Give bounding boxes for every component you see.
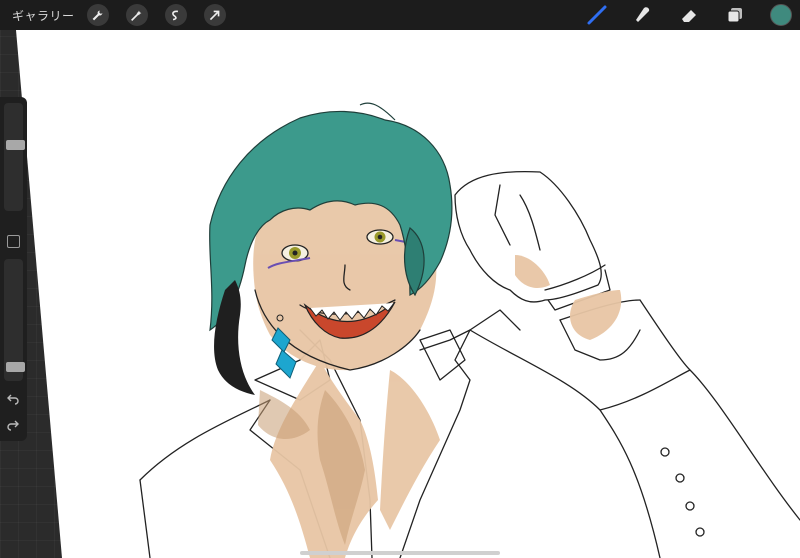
wrench-icon bbox=[92, 10, 103, 20]
right-tool-group bbox=[562, 0, 800, 30]
actions-button[interactable] bbox=[86, 4, 109, 26]
brush-button[interactable] bbox=[586, 4, 608, 26]
opacity-thumb[interactable] bbox=[6, 362, 25, 372]
smudge-icon bbox=[636, 7, 650, 22]
eraser-icon bbox=[682, 10, 696, 22]
color-swatch-button[interactable] bbox=[770, 4, 792, 26]
adjustments-button[interactable] bbox=[125, 4, 148, 26]
brush-size-thumb[interactable] bbox=[6, 140, 25, 150]
brush-size-slider[interactable] bbox=[4, 103, 25, 211]
selection-button[interactable] bbox=[164, 4, 187, 26]
redo-button[interactable] bbox=[6, 418, 20, 432]
brush-icon bbox=[587, 5, 607, 25]
opacity-slider[interactable] bbox=[4, 259, 25, 381]
redo-icon bbox=[7, 420, 19, 431]
undo-icon bbox=[7, 394, 19, 405]
left-sidebar bbox=[0, 97, 27, 441]
transform-arrow-icon bbox=[209, 10, 220, 20]
undo-button[interactable] bbox=[6, 392, 20, 406]
magic-wand-icon bbox=[131, 10, 142, 21]
layers-icon bbox=[727, 8, 742, 23]
transform-button[interactable] bbox=[203, 4, 226, 26]
top-toolbar: ギャラリー bbox=[0, 0, 800, 30]
layers-button[interactable] bbox=[724, 4, 746, 26]
gallery-button[interactable]: ギャラリー bbox=[12, 7, 75, 24]
selection-icon bbox=[172, 9, 179, 20]
eraser-button[interactable] bbox=[678, 4, 700, 26]
modify-button[interactable] bbox=[7, 235, 20, 248]
home-indicator bbox=[300, 551, 500, 555]
smudge-button[interactable] bbox=[632, 4, 654, 26]
drawing-canvas[interactable] bbox=[0, 0, 800, 558]
